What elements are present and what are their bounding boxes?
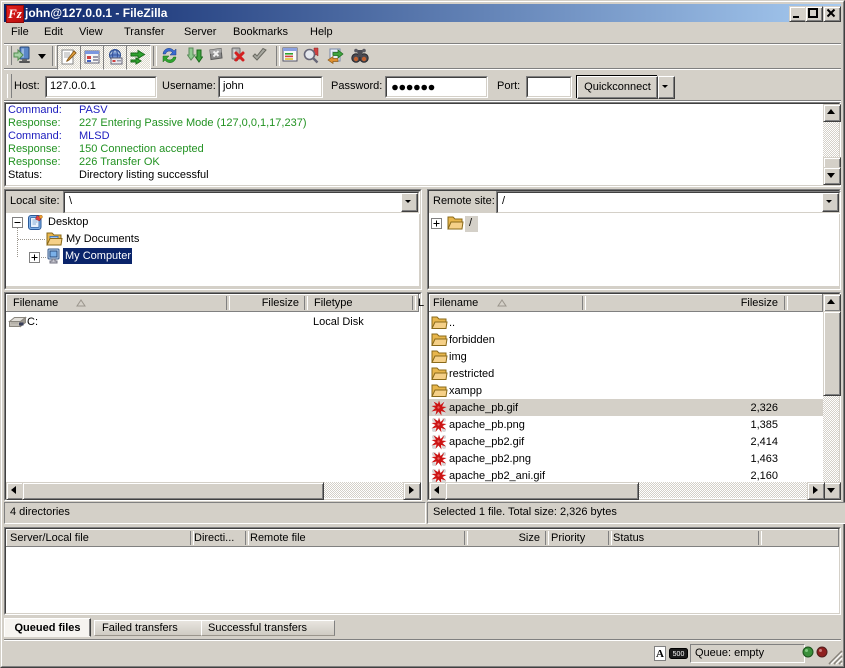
svg-text:500: 500 [673, 651, 685, 658]
svg-text:A: A [656, 648, 664, 660]
